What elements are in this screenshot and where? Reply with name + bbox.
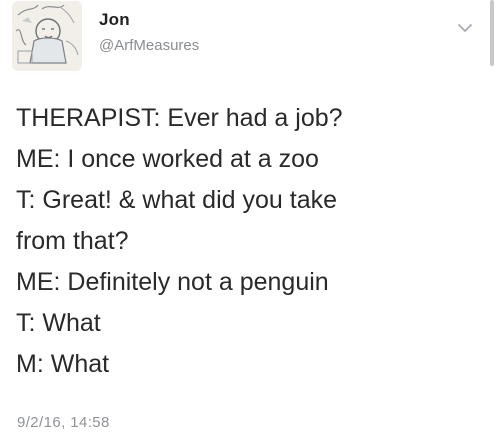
sketch-portrait-avatar-icon: [12, 1, 82, 71]
tweet-line: THERAPIST: Ever had a job?: [16, 104, 343, 132]
author-handle[interactable]: @ArfMeasures: [99, 37, 199, 54]
tweet-line: T: What: [16, 309, 101, 337]
tweet-line: M: What: [16, 350, 110, 378]
author-display-name[interactable]: Jon: [99, 10, 130, 30]
tweet-text: THERAPIST: Ever had a job? ME: I once wo…: [16, 98, 486, 385]
tweet-line: ME: Definitely not a penguin: [16, 268, 329, 296]
tweet-card: Jon @ArfMeasures THERAPIST: Ever had a j…: [0, 0, 500, 436]
tweet-timestamp[interactable]: 9/2/16, 14:58: [17, 414, 110, 431]
tweet-line: from that?: [16, 227, 129, 255]
tweet-line: ME: I once worked at a zoo: [16, 145, 319, 173]
chevron-down-icon[interactable]: [455, 18, 475, 38]
avatar[interactable]: [12, 1, 82, 71]
scrollbar[interactable]: [490, 0, 494, 66]
tweet-line: T: Great! & what did you take: [16, 186, 337, 214]
